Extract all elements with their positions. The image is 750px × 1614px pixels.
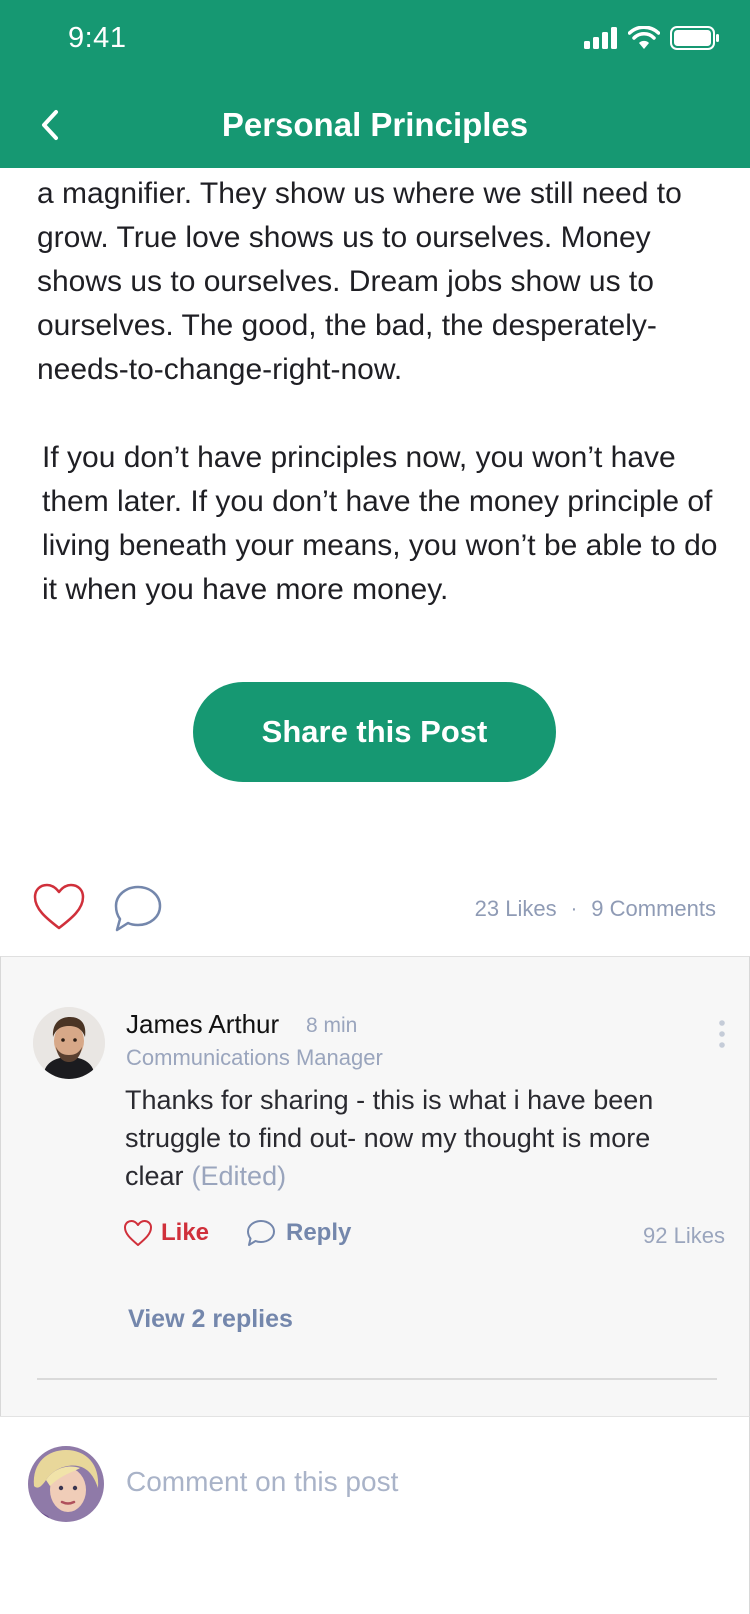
signal-icon xyxy=(584,27,617,49)
reply-label: Reply xyxy=(286,1219,352,1246)
reply-icon xyxy=(247,1220,275,1246)
comment-reply-button[interactable]: Reply xyxy=(246,1219,351,1247)
comment-card: James Arthur 8 min Communications Manage… xyxy=(0,956,750,1416)
battery-icon xyxy=(670,26,719,50)
comment-input[interactable] xyxy=(126,1457,686,1507)
comment-like-button[interactable]: Like xyxy=(123,1219,209,1247)
comment-text: Thanks for sharing - this is what i have… xyxy=(125,1081,725,1195)
share-post-button[interactable]: Share this Post xyxy=(193,682,556,782)
post-actions-bar: 23 Likes · 9 Comments xyxy=(0,870,750,956)
user-avatar-image xyxy=(28,1446,104,1522)
heart-icon[interactable] xyxy=(32,882,86,932)
commenter-name[interactable]: James Arthur xyxy=(126,1009,279,1040)
article-body: a magnifier. They show us where we still… xyxy=(37,172,727,612)
post-likes-count[interactable]: 23 Likes xyxy=(475,896,557,922)
avatar[interactable] xyxy=(33,1007,105,1079)
commenter-avatar-image xyxy=(33,1007,105,1079)
post-comments-count[interactable]: 9 Comments xyxy=(591,896,716,922)
page-title: Personal Principles xyxy=(221,106,529,143)
app-header: 9:41 Personal Principles xyxy=(0,0,750,168)
more-options-icon[interactable] xyxy=(717,1019,727,1049)
status-icons xyxy=(584,26,720,50)
comment-likes-count: 92 Likes xyxy=(643,1223,725,1248)
article-paragraph: a magnifier. They show us where we still… xyxy=(37,177,682,386)
status-time: 9:41 xyxy=(68,22,127,54)
article-paragraph: If you don’t have principles now, you wo… xyxy=(42,441,718,606)
view-replies-link[interactable]: View 2 replies xyxy=(128,1305,293,1334)
like-label: Like xyxy=(161,1219,210,1246)
heart-icon xyxy=(124,1220,152,1246)
comment-timestamp: 8 min xyxy=(306,1014,358,1037)
post-stats: 23 Likes · 9 Comments xyxy=(475,896,716,922)
comment-composer xyxy=(0,1416,750,1614)
wifi-icon xyxy=(628,26,660,49)
commenter-role: Communications Manager xyxy=(126,1045,383,1070)
stats-separator: · xyxy=(570,897,578,920)
comment-icon[interactable] xyxy=(112,884,164,934)
avatar xyxy=(28,1446,104,1522)
edited-label: (Edited) xyxy=(191,1161,287,1191)
divider xyxy=(37,1378,717,1380)
